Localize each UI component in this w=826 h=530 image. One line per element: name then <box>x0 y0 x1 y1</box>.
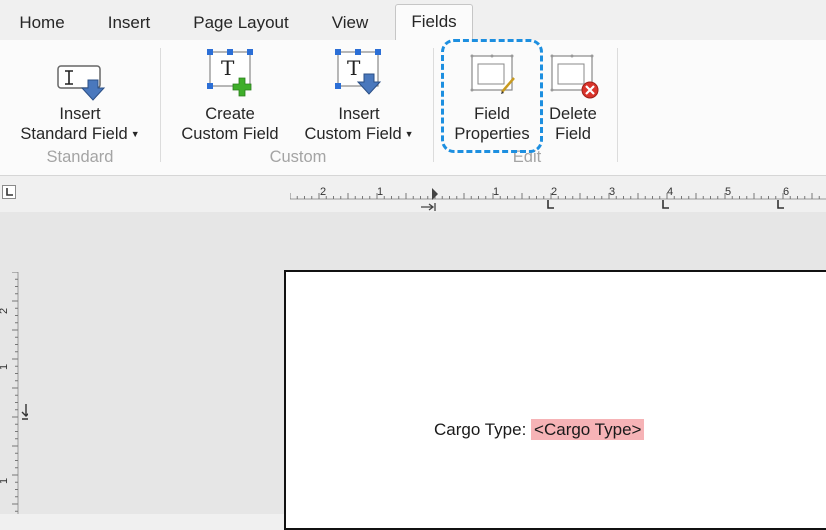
insert-custom-field-label-2: Custom Field <box>304 125 402 143</box>
group-label-standard: Standard <box>46 148 114 166</box>
hanging-indent-marker[interactable] <box>421 203 436 211</box>
text-field-add-icon: T <box>204 48 258 103</box>
vertical-ruler[interactable]: 2 1 1 <box>0 272 28 514</box>
ruler-number: 1 <box>493 186 499 198</box>
horizontal-ruler[interactable]: 2 1 1 2 3 4 5 6 <box>290 184 826 212</box>
create-custom-field-label-1: Create <box>205 105 255 123</box>
field-delete-icon <box>548 52 602 105</box>
tab-insert[interactable]: Insert <box>92 6 166 40</box>
tab-stop-marker[interactable] <box>662 200 669 209</box>
ruler-number: 2 <box>320 186 326 198</box>
tab-stop-marker[interactable] <box>777 200 784 209</box>
ruler-number: 1 <box>0 478 10 484</box>
tab-stop-marker[interactable] <box>547 200 554 209</box>
delete-field-button[interactable]: Delete Field <box>540 48 606 146</box>
create-custom-field-label-2: Custom Field <box>181 125 279 143</box>
vertical-margin-marker[interactable] <box>21 404 28 420</box>
group-separator <box>160 48 161 162</box>
tab-stop-selector[interactable] <box>2 185 16 199</box>
svg-text:T: T <box>221 56 235 80</box>
ruler-ticks <box>12 272 18 512</box>
insert-standard-field-label-1: Insert <box>59 105 101 123</box>
group-separator <box>433 48 434 162</box>
dropdown-caret-icon[interactable]: ▼ <box>405 129 414 139</box>
group-separator <box>617 48 618 162</box>
insert-custom-field-label-2-wrap: Custom Field ▼ <box>296 124 422 144</box>
ribbon-tab-bar: Home Insert Page Layout View Fields <box>0 0 826 41</box>
ruler-number: 5 <box>725 186 731 198</box>
insert-custom-field-label-1: Insert <box>338 105 380 123</box>
ruler-number: 3 <box>609 186 615 198</box>
ribbon-panel: Insert Standard Field ▼ Standard T Create… <box>0 39 826 176</box>
ruler-number: 6 <box>783 186 789 198</box>
text-field-insert-icon: T <box>332 48 386 103</box>
tab-view[interactable]: View <box>318 6 382 40</box>
insert-standard-field-button[interactable]: Insert Standard Field ▼ <box>10 54 150 146</box>
delete-field-label-2: Field <box>555 125 591 143</box>
create-custom-field-button[interactable]: T Create Custom Field <box>172 46 288 146</box>
field-line: Cargo Type: <Cargo Type> <box>434 419 645 440</box>
insert-custom-field-button[interactable]: T Insert Custom Field ▼ <box>296 46 422 146</box>
group-label-custom: Custom <box>269 148 327 166</box>
text-cursor-field-icon <box>54 56 110 107</box>
ruler-number: 1 <box>0 364 10 370</box>
delete-field-label-1: Delete <box>549 105 597 123</box>
tab-fields[interactable]: Fields <box>395 4 473 41</box>
field-caption: Cargo Type: <box>434 420 527 439</box>
ruler-number: 2 <box>0 308 10 314</box>
tab-page-layout[interactable]: Page Layout <box>180 6 302 40</box>
field-properties-highlight <box>441 39 543 153</box>
insert-standard-field-label-2-wrap: Standard Field ▼ <box>10 124 150 144</box>
ruler-number: 1 <box>377 186 383 198</box>
tab-home[interactable]: Home <box>6 6 78 40</box>
cargo-type-field-token[interactable]: <Cargo Type> <box>531 419 645 440</box>
ruler-number: 2 <box>551 186 557 198</box>
ruler-number: 4 <box>667 186 673 198</box>
insert-standard-field-label-2: Standard Field <box>20 125 128 143</box>
svg-text:T: T <box>347 56 361 80</box>
document-page[interactable]: Cargo Type: <Cargo Type> <box>284 270 826 530</box>
left-tab-icon <box>6 188 13 196</box>
dropdown-caret-icon[interactable]: ▼ <box>131 129 140 139</box>
